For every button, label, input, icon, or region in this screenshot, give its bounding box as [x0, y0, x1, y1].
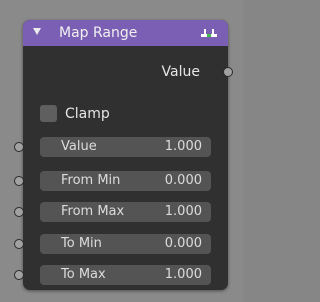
map-range-node[interactable]: Map Range Value Clamp Value 1.000 From M… — [14, 20, 233, 290]
field-label: From Max — [61, 204, 125, 219]
clamp-checkbox[interactable] — [40, 105, 57, 122]
field-label: To Min — [61, 236, 102, 251]
input-socket-to-min[interactable] — [14, 239, 24, 249]
node-title: Map Range — [59, 25, 138, 41]
input-field-to-max[interactable]: To Max 1.000 — [14, 265, 211, 285]
field-label: Value — [61, 139, 97, 154]
output-socket-value[interactable] — [223, 67, 233, 77]
input-field-to-min[interactable]: To Min 0.000 — [14, 234, 211, 254]
input-socket-from-max[interactable] — [14, 207, 24, 217]
output-socket-label: Value — [161, 64, 200, 80]
field-value: 0.000 — [164, 236, 202, 251]
node-header[interactable]: Map Range — [23, 20, 228, 46]
input-field-from-min[interactable]: From Min 0.000 — [14, 171, 211, 191]
field-value: 1.000 — [164, 204, 202, 219]
field-value: 0.000 — [164, 173, 202, 188]
input-socket-value[interactable] — [14, 142, 24, 152]
node-editor-canvas[interactable]: Map Range Value Clamp Value 1.000 From M… — [0, 0, 243, 302]
field-value: 1.000 — [164, 267, 202, 282]
clamp-label: Clamp — [65, 106, 110, 122]
input-field-value[interactable]: Value 1.000 — [14, 137, 211, 157]
input-socket-to-max[interactable] — [14, 270, 24, 280]
node-preview-icon[interactable] — [200, 26, 218, 40]
collapse-arrow-icon[interactable] — [33, 28, 41, 35]
field-label: To Max — [61, 267, 106, 282]
input-field-from-max[interactable]: From Max 1.000 — [14, 202, 211, 222]
input-socket-from-min[interactable] — [14, 176, 24, 186]
field-value: 1.000 — [164, 139, 202, 154]
field-label: From Min — [61, 173, 121, 188]
